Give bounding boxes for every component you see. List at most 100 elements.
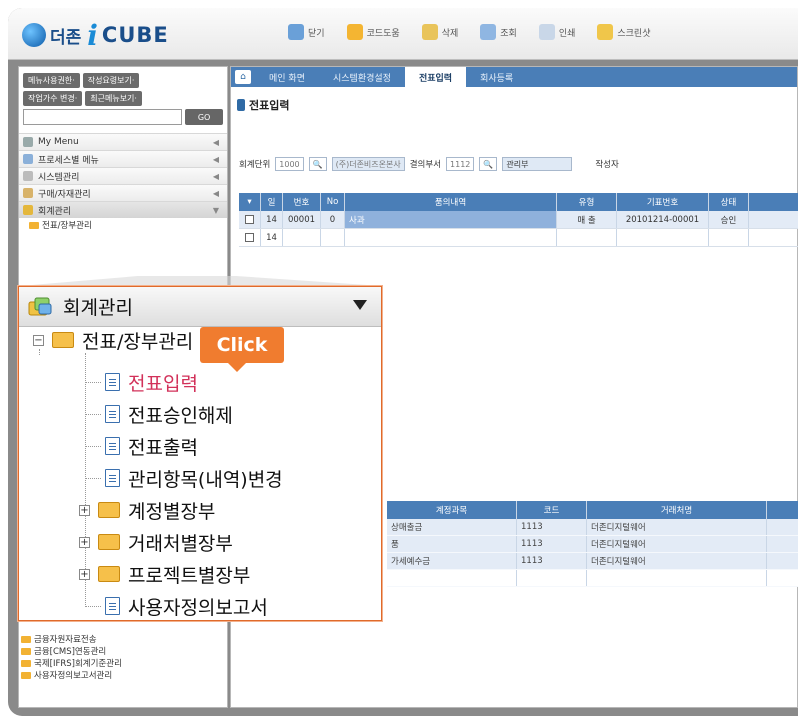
cell-description[interactable]	[345, 229, 557, 246]
sidebar-item-purchase[interactable]: 구매/자재관리 ◀	[19, 184, 227, 201]
process-icon	[23, 154, 33, 164]
chevron-icon: ◀	[212, 188, 219, 198]
sidebar-buttons: 메뉴사용권한· 작성요령보기· 작업가수 변경· 최근메뉴보기· GO	[19, 67, 227, 125]
logo-text-a: 더존	[50, 27, 82, 48]
cell-no	[321, 229, 345, 246]
window-frame: 더존 i CUBE 닫기 코드도움 삭제 조회 인쇄 스크린샷 메뉴사용권한· …	[8, 8, 798, 716]
tool-delete[interactable]: 삭제	[421, 24, 459, 40]
header-no[interactable]: No	[321, 193, 345, 211]
tool-screenshot[interactable]: 스크린샷	[597, 24, 651, 40]
tab-main[interactable]: 메인 화면	[255, 67, 319, 87]
unit-search-icon[interactable]: 🔍	[308, 157, 327, 171]
cell-code: 1113	[517, 553, 587, 569]
header-day[interactable]: 일	[261, 193, 283, 211]
sidebar-item-system[interactable]: 시스템관리 ◀	[19, 167, 227, 184]
tool-delete-label: 삭제	[441, 28, 459, 39]
tree-item[interactable]: 금융[CMS]연동관리	[21, 645, 122, 657]
tool-close[interactable]: 닫기	[288, 24, 325, 40]
table-row[interactable]	[387, 570, 798, 587]
tab-system-settings[interactable]: 시스템환경설정	[319, 67, 405, 87]
tool-print[interactable]: 인쇄	[538, 24, 575, 40]
cell-status	[709, 229, 749, 246]
folder-icon	[21, 659, 31, 667]
cell-account	[387, 570, 517, 586]
recent-menu-button[interactable]: 최근메뉴보기·	[85, 91, 142, 106]
tree-item[interactable]: 국제[IFRS]회계기준관리	[21, 657, 122, 669]
tool-code-help-label: 코드도움	[366, 28, 400, 39]
cell-status: 승인	[709, 211, 749, 228]
checkbox-icon	[245, 215, 254, 224]
tool-search[interactable]: 조회	[480, 24, 517, 40]
header-slip-number[interactable]: 기표번호	[617, 193, 709, 211]
cell-client: 더존디지털웨어	[587, 536, 767, 552]
system-icon	[23, 171, 33, 181]
cell-number	[283, 229, 321, 246]
tool-close-label: 닫기	[308, 28, 325, 39]
header-type[interactable]: 유형	[557, 193, 617, 211]
cell-day: 14	[261, 229, 283, 246]
tree-item[interactable]: 사용자정의보고서관리	[21, 669, 122, 681]
cell-slip-number: 20101214-00001	[617, 211, 709, 228]
chevron-icon: ◀	[212, 137, 219, 147]
filter-bar: 회계단위 1000 🔍 (주)더존비즈온본사 결의부서 1112 🔍 관리부 작…	[239, 157, 619, 171]
sidebar-item-label: 회계관리	[38, 206, 72, 217]
header-client[interactable]: 거래처명	[587, 501, 767, 519]
home-icon[interactable]: ⌂	[235, 70, 251, 84]
row-checkbox[interactable]	[239, 229, 261, 246]
tab-company-registration[interactable]: 회사등록	[466, 67, 527, 87]
folder-icon	[29, 221, 39, 229]
sidebar-item-label: My Menu	[38, 137, 79, 147]
table-row[interactable]: 상매출금 1113 더존디지털웨어	[387, 519, 798, 536]
search-icon	[480, 24, 497, 40]
header-description[interactable]: 품의내역	[345, 193, 557, 211]
cell-code	[517, 570, 587, 586]
menu-search-row: GO	[23, 109, 223, 125]
purchase-icon	[23, 188, 33, 198]
row-checkbox[interactable]	[239, 211, 261, 228]
header-status[interactable]: 상태	[709, 193, 749, 211]
table-row[interactable]: 14	[239, 229, 798, 247]
sidebar-item-process-menu[interactable]: 프로세스별 메뉴 ◀	[19, 150, 227, 167]
main-panel: ⌂ 메인 화면 시스템환경설정 전표입력 회사등록 전표입력 회계단위 1000…	[230, 66, 798, 708]
sidebar-button-row: 메뉴사용권한· 작성요령보기·	[23, 73, 223, 88]
header-number[interactable]: 번호	[283, 193, 321, 211]
unit-code-field[interactable]: 1000	[275, 157, 304, 171]
tool-screenshot-label: 스크린샷	[617, 28, 651, 39]
tab-voucher-input[interactable]: 전표입력	[404, 67, 467, 87]
unit-label: 회계단위	[239, 160, 271, 170]
tree-item[interactable]: 금융자원자료전송	[21, 633, 122, 645]
cell-client	[587, 570, 767, 586]
cell-description[interactable]: 사과	[345, 211, 557, 228]
table-row[interactable]: 품 1113 더존디지털웨어	[387, 536, 798, 553]
cell-account: 가세예수금	[387, 553, 517, 569]
menu-search-input[interactable]	[23, 109, 183, 125]
header-code[interactable]: 코드	[517, 501, 587, 519]
sidebar-item-label: 구매/자재관리	[38, 189, 91, 200]
tool-code-help[interactable]: 코드도움	[346, 24, 400, 40]
sidebar-item-accounting[interactable]: 회계관리 ▼	[19, 201, 227, 218]
sidebar-item-label: 시스템관리	[38, 172, 80, 183]
sidebar-item-label: 프로세스별 메뉴	[38, 155, 99, 166]
chevron-down-icon: ▼	[212, 205, 219, 215]
unit-name-field[interactable]: (주)더존비즈온본사	[331, 157, 405, 171]
tab-bar: ⌂ 메인 화면 시스템환경설정 전표입력 회사등록	[231, 67, 797, 87]
header-check[interactable]: ▾	[239, 193, 261, 211]
sidebar-subitem-voucher[interactable]: 전표/장부관리	[19, 218, 227, 232]
dept-search-icon[interactable]: 🔍	[479, 157, 498, 171]
code-help-icon	[346, 24, 363, 40]
menu-permission-button[interactable]: 메뉴사용권한·	[23, 73, 80, 88]
table-row[interactable]: 가세예수금 1113 더존디지털웨어	[387, 553, 798, 570]
dept-name-field[interactable]: 관리부	[502, 157, 573, 171]
change-work-button[interactable]: 작업가수 변경·	[23, 91, 83, 106]
dept-code-field[interactable]: 1112	[446, 157, 475, 171]
checkbox-icon	[245, 233, 254, 242]
sidebar-item-my-menu[interactable]: My Menu ◀	[19, 133, 227, 150]
table-row[interactable]: 14 00001 0 사과 매 출 20101214-00001 승인	[239, 211, 798, 229]
writing-guide-button[interactable]: 작성요령보기·	[82, 73, 140, 88]
writer-label: 작성자	[595, 160, 619, 170]
cell-type: 매 출	[557, 211, 617, 228]
print-icon	[538, 24, 555, 40]
folder-icon	[21, 671, 31, 679]
go-button[interactable]: GO	[185, 109, 223, 125]
header-account[interactable]: 계정과목	[387, 501, 517, 519]
